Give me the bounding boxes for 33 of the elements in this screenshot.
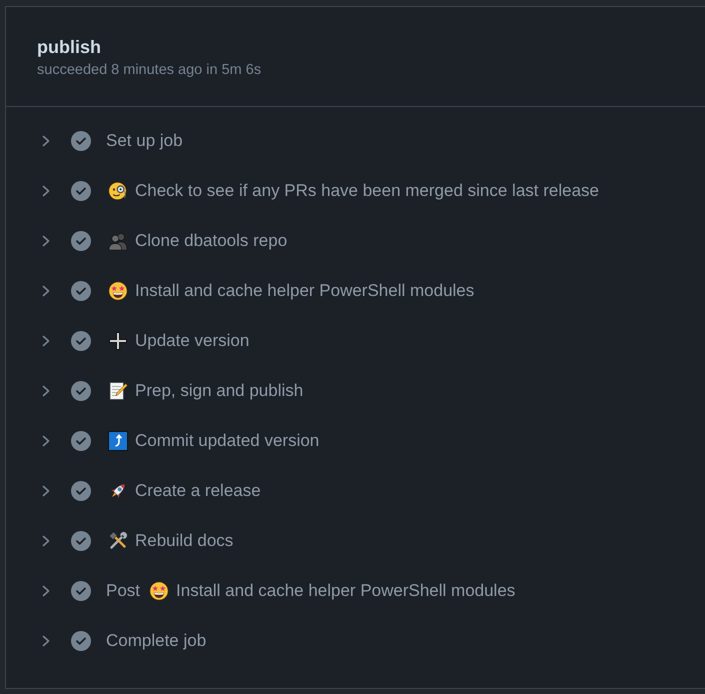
step-name: Update version	[135, 330, 250, 352]
step-name: Post	[106, 580, 140, 602]
chevron-icon[interactable]	[42, 535, 50, 547]
monocle-face-icon	[108, 181, 128, 201]
step-name: Complete job	[106, 630, 206, 652]
memo-pencil-icon	[108, 381, 128, 401]
plus-icon	[108, 331, 128, 351]
step-name: Prep, sign and publish	[135, 380, 304, 402]
chevron-icon[interactable]	[42, 335, 50, 347]
step-name: Check to see if any PRs have been merged since last release	[135, 180, 599, 202]
chevron-icon[interactable]	[42, 285, 50, 297]
people-silhouette-icon	[108, 231, 128, 251]
hammer-wrench-icon	[108, 531, 128, 551]
chevron-icon[interactable]	[42, 635, 50, 647]
chevron-icon[interactable]	[42, 185, 50, 197]
chevron-icon[interactable]	[42, 585, 50, 597]
star-eyes-face-icon	[108, 281, 128, 301]
step-name: Install and cache helper PowerShell modules	[176, 580, 516, 602]
arrow-up-tile-icon	[108, 431, 128, 451]
step-name: Commit updated version	[135, 430, 320, 452]
step-name: Create a release	[135, 480, 261, 502]
job-summary: succeeded 8 minutes ago in 5m 6s	[37, 61, 262, 79]
chevron-icon[interactable]	[42, 135, 50, 147]
step-name: Set up job	[106, 130, 183, 152]
star-eyes-face-icon	[149, 581, 170, 601]
chevron-icon[interactable]	[42, 385, 50, 397]
chevron-icon[interactable]	[42, 485, 50, 497]
chevron-icon[interactable]	[42, 235, 50, 247]
chevron-icon[interactable]	[42, 435, 50, 447]
job-title: publish	[37, 36, 101, 59]
step-name: Rebuild docs	[135, 530, 234, 552]
step-name: Clone dbatools repo	[135, 230, 288, 252]
step-name: Install and cache helper PowerShell modules	[135, 280, 474, 302]
